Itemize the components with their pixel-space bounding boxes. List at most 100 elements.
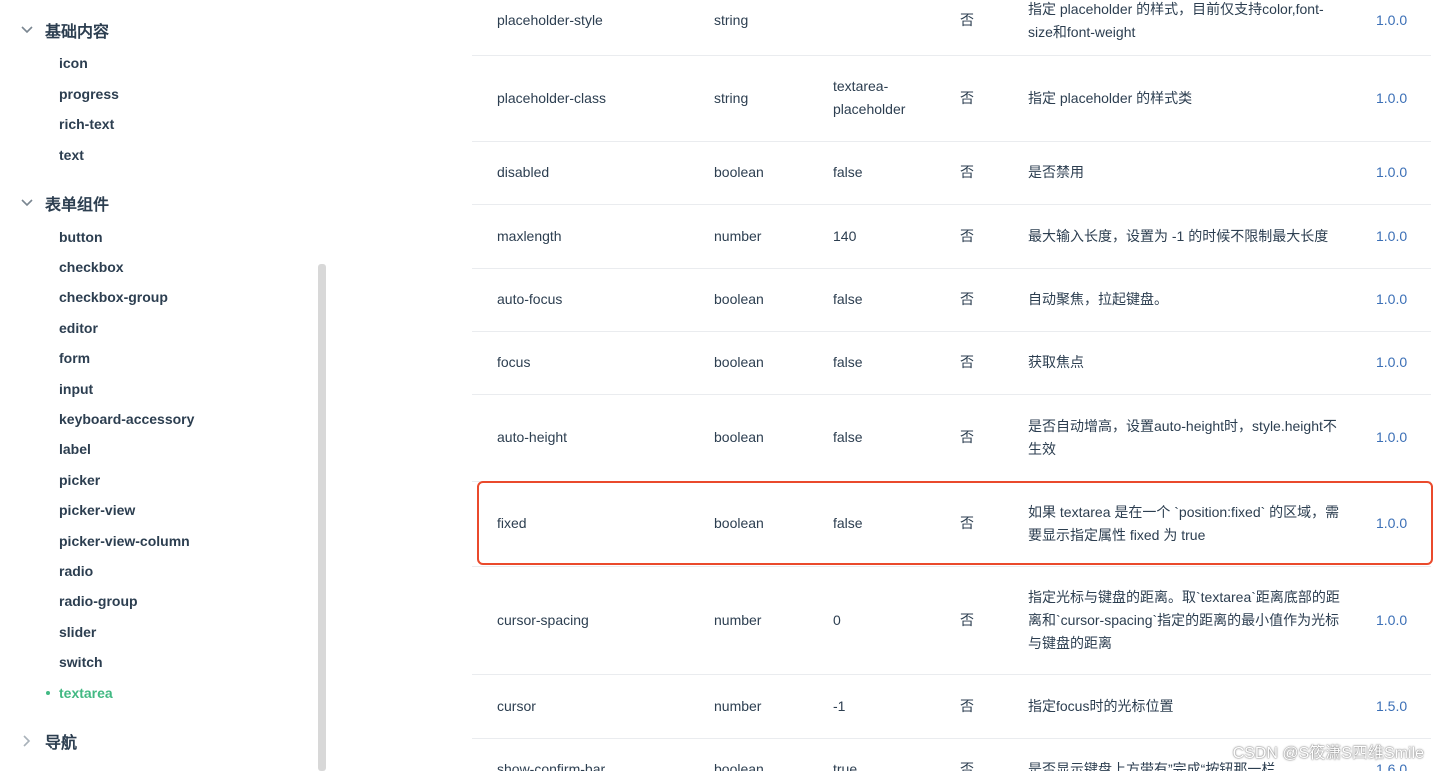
table-row: cursor number -1 否 指定focus时的光标位置 1.5.0 xyxy=(472,674,1431,739)
table-row: cursor-spacing number 0 否 指定光标与键盘的距离。取`t… xyxy=(472,566,1431,675)
sidebar-group-basic[interactable]: 基础内容 xyxy=(18,16,109,44)
sidebar-item-input[interactable]: input xyxy=(59,379,93,399)
sidebar-item-label[interactable]: label xyxy=(59,439,91,459)
prop-type: string xyxy=(714,12,749,28)
watermark: CSDN @S筱潇S四维Smile xyxy=(1232,745,1424,762)
prop-type: boolean xyxy=(714,291,764,307)
sidebar-item-icon[interactable]: icon xyxy=(59,53,88,73)
sidebar-item-checkbox-group[interactable]: checkbox-group xyxy=(59,287,168,307)
prop-description: 是否自动增高，设置auto-height时，style.height不生效 xyxy=(1028,417,1337,457)
table-row: placeholder-class string textarea-placeh… xyxy=(472,55,1431,142)
prop-required: 否 xyxy=(960,611,974,628)
prop-version-link[interactable]: 1.0.0 xyxy=(1376,204,1407,268)
sidebar-item-label: textarea xyxy=(59,685,113,701)
prop-required: 否 xyxy=(960,515,974,531)
prop-name: placeholder-style xyxy=(497,12,603,28)
prop-type: boolean xyxy=(714,429,764,445)
prop-version-link[interactable]: 1.0.0 xyxy=(1376,394,1407,481)
table-row: maxlength number 140 否 最大输入长度，设置为 -1 的时候… xyxy=(472,204,1431,269)
sidebar-item-slider[interactable]: slider xyxy=(59,622,96,642)
prop-description: 指定光标与键盘的距离。取`textarea`距离底部的距离和`cursor-sp… xyxy=(1028,588,1340,651)
prop-description: 是否禁用 xyxy=(1028,164,1084,180)
prop-default: false xyxy=(833,515,863,531)
prop-name: show-confirm-bar xyxy=(497,761,606,771)
sidebar-item-picker[interactable]: picker xyxy=(59,470,100,490)
sidebar-item-radio-group[interactable]: radio-group xyxy=(59,591,138,611)
table-row: disabled boolean false 否 是否禁用 1.0.0 xyxy=(472,141,1431,205)
table-row: auto-focus boolean false 否 自动聚焦，拉起键盘。 1.… xyxy=(472,268,1431,332)
sidebar-group-title: 基础内容 xyxy=(45,24,110,41)
sidebar-item-picker-view-column[interactable]: picker-view-column xyxy=(59,531,190,551)
prop-default: false xyxy=(833,291,863,307)
prop-default: -1 xyxy=(833,697,846,714)
sidebar-item-text[interactable]: text xyxy=(59,145,84,165)
sidebar-item-textarea[interactable]: textarea xyxy=(46,683,113,703)
prop-type: boolean xyxy=(714,761,764,771)
prop-version-link[interactable]: 1.0.0 xyxy=(1376,566,1407,674)
prop-description: 指定focus时的光标位置 xyxy=(1028,697,1174,714)
prop-default: false xyxy=(833,429,863,445)
prop-type: number xyxy=(714,611,762,628)
table-row: focus boolean false 否 获取焦点 1.0.0 xyxy=(472,331,1431,395)
prop-version-link[interactable]: 1.5.0 xyxy=(1376,674,1407,738)
prop-version-link[interactable]: 1.0.0 xyxy=(1376,0,1407,55)
sidebar-item-form[interactable]: form xyxy=(59,348,90,368)
prop-required: 否 xyxy=(960,354,974,370)
prop-default: textarea-placeholder xyxy=(833,78,906,117)
chevron-down-icon xyxy=(18,21,36,39)
sidebar-item-radio[interactable]: radio xyxy=(59,561,93,581)
sidebar-item-checkbox[interactable]: checkbox xyxy=(59,257,124,277)
prop-description: 自动聚焦，拉起键盘。 xyxy=(1028,291,1168,307)
sidebar-item-button[interactable]: button xyxy=(59,227,103,247)
prop-required: 否 xyxy=(960,164,974,180)
sidebar-item-rich-text[interactable]: rich-text xyxy=(59,114,114,134)
prop-default xyxy=(833,0,933,55)
prop-default: false xyxy=(833,354,863,370)
prop-name: cursor-spacing xyxy=(497,611,589,628)
sidebar-group-nav[interactable]: 导航 xyxy=(18,727,77,755)
sidebar-group-form[interactable]: 表单组件 xyxy=(18,189,109,217)
prop-required: 否 xyxy=(960,291,974,307)
prop-default: 0 xyxy=(833,611,841,628)
prop-name: placeholder-class xyxy=(497,89,606,106)
prop-version-link[interactable]: 1.0.0 xyxy=(1376,141,1407,204)
sidebar-item-switch[interactable]: switch xyxy=(59,652,103,672)
prop-type: number xyxy=(714,227,762,244)
prop-default: true xyxy=(833,761,858,771)
prop-default: 140 xyxy=(833,227,857,244)
prop-required: 否 xyxy=(960,697,974,714)
prop-description: 最大输入长度，设置为 -1 的时候不限制最大长度 xyxy=(1028,227,1329,244)
prop-version-link[interactable]: 1.0.0 xyxy=(1376,55,1407,141)
prop-required: 否 xyxy=(960,89,974,106)
sidebar-group-title: 表单组件 xyxy=(45,197,110,214)
prop-description: 如果 textarea 是在一个 `position:fixed` 的区域，需要… xyxy=(1028,503,1340,543)
sidebar-item-editor[interactable]: editor xyxy=(59,318,98,338)
table-row: placeholder-style string 否 指定 placeholde… xyxy=(472,0,1431,56)
chevron-down-icon xyxy=(18,194,36,212)
prop-version-link[interactable]: 1.0.0 xyxy=(1376,268,1407,331)
prop-version-link[interactable]: 1.0.0 xyxy=(1376,481,1407,566)
prop-description: 指定 placeholder 的样式，目前仅支持color,font-size和… xyxy=(1028,0,1324,40)
prop-default: false xyxy=(833,164,863,180)
prop-description: 指定 placeholder 的样式类 xyxy=(1028,89,1193,106)
prop-version-link[interactable]: 1.0.0 xyxy=(1376,331,1407,394)
chevron-right-icon xyxy=(18,732,36,750)
prop-type: boolean xyxy=(714,354,764,370)
active-bullet-icon xyxy=(46,691,50,695)
sidebar-item-progress[interactable]: progress xyxy=(59,84,119,104)
sidebar-scrollbar[interactable] xyxy=(318,264,326,771)
prop-type: boolean xyxy=(714,515,764,531)
table-row: auto-height boolean false 否 是否自动增高，设置aut… xyxy=(472,394,1431,482)
sidebar-item-keyboard-accessory[interactable]: keyboard-accessory xyxy=(59,409,194,429)
prop-required: 否 xyxy=(960,761,974,771)
table-row-highlighted: fixed boolean false 否 如果 textarea 是在一个 `… xyxy=(472,481,1431,567)
prop-type: boolean xyxy=(714,164,764,180)
sidebar-group-title: 导航 xyxy=(45,735,78,752)
prop-type: number xyxy=(714,697,762,714)
prop-name: disabled xyxy=(497,164,550,180)
prop-name: cursor xyxy=(497,697,536,714)
prop-required: 否 xyxy=(960,227,974,244)
prop-name: auto-height xyxy=(497,429,568,445)
sidebar-item-picker-view[interactable]: picker-view xyxy=(59,500,135,520)
prop-name: auto-focus xyxy=(497,291,563,307)
